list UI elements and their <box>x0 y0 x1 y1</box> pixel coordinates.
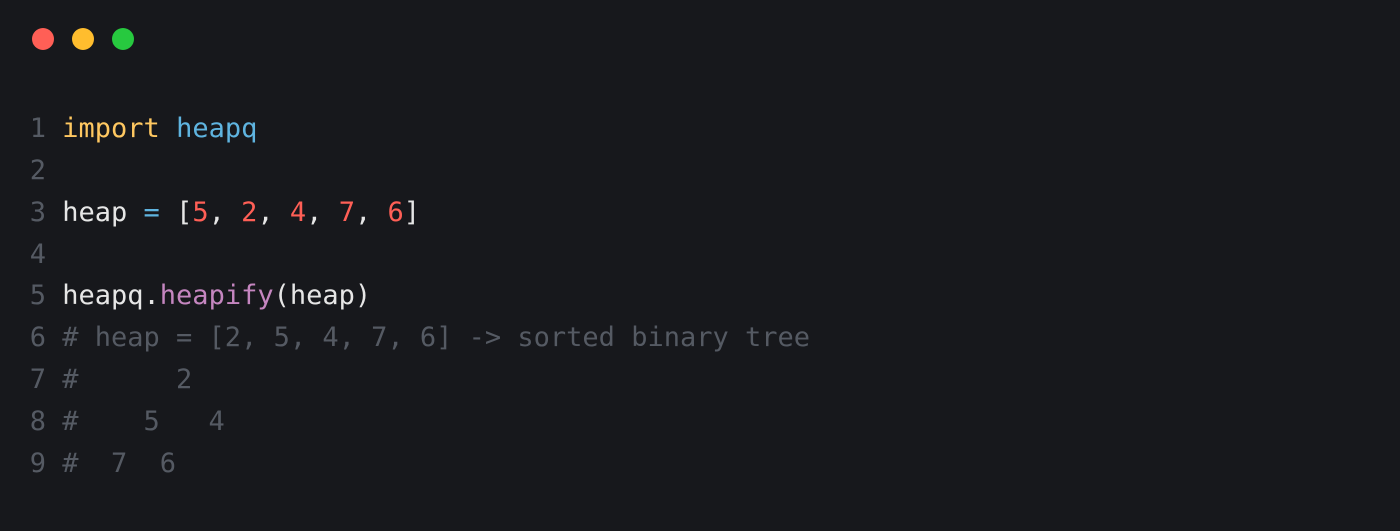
code-content: heap = [5, 2, 4, 7, 6] <box>62 192 420 234</box>
space <box>127 197 143 228</box>
dot: . <box>144 280 160 311</box>
window-traffic-lights <box>32 28 134 50</box>
bracket: [ <box>176 197 192 228</box>
module: heapq <box>176 113 257 144</box>
code-line: 5 heapq.heapify(heap) <box>20 275 810 317</box>
identifier: heapq <box>62 280 143 311</box>
comment: # 5 4 <box>62 401 225 443</box>
code-line: 1 import heapq <box>20 108 810 150</box>
bracket: ] <box>404 197 420 228</box>
comment: # 2 <box>62 359 192 401</box>
line-number: 1 <box>20 108 46 150</box>
line-number: 8 <box>20 401 46 443</box>
operator: = <box>144 197 160 228</box>
comma: , <box>306 197 339 228</box>
number: 7 <box>339 197 355 228</box>
function: heapify <box>160 280 274 311</box>
code-content: import heapq <box>62 108 257 150</box>
identifier: heap <box>290 280 355 311</box>
number: 2 <box>241 197 257 228</box>
line-number: 3 <box>20 192 46 234</box>
close-icon[interactable] <box>32 28 54 50</box>
code-editor[interactable]: 1 import heapq 2 3 heap = [5, 2, 4, 7, 6… <box>20 108 810 485</box>
comma: , <box>209 197 242 228</box>
comma: , <box>257 197 290 228</box>
line-number: 4 <box>20 234 46 276</box>
code-line: 8 # 5 4 <box>20 401 810 443</box>
space <box>160 113 176 144</box>
line-number: 5 <box>20 275 46 317</box>
line-number: 2 <box>20 150 46 192</box>
keyword: import <box>62 113 160 144</box>
number: 6 <box>387 197 403 228</box>
number: 4 <box>290 197 306 228</box>
line-number: 6 <box>20 317 46 359</box>
code-line: 4 <box>20 234 810 276</box>
space <box>160 197 176 228</box>
minimize-icon[interactable] <box>72 28 94 50</box>
comment: # 7 6 <box>62 443 176 485</box>
comma: , <box>355 197 388 228</box>
paren: ) <box>355 280 371 311</box>
code-line: 9 # 7 6 <box>20 443 810 485</box>
code-editor-window: 1 import heapq 2 3 heap = [5, 2, 4, 7, 6… <box>0 0 1400 531</box>
code-line: 3 heap = [5, 2, 4, 7, 6] <box>20 192 810 234</box>
line-number: 7 <box>20 359 46 401</box>
paren: ( <box>274 280 290 311</box>
zoom-icon[interactable] <box>112 28 134 50</box>
code-content: heapq.heapify(heap) <box>62 275 371 317</box>
code-line: 6 # heap = [2, 5, 4, 7, 6] -> sorted bin… <box>20 317 810 359</box>
identifier: heap <box>62 197 127 228</box>
code-line: 7 # 2 <box>20 359 810 401</box>
line-number: 9 <box>20 443 46 485</box>
number: 5 <box>192 197 208 228</box>
comment: # heap = [2, 5, 4, 7, 6] -> sorted binar… <box>62 317 810 359</box>
code-line: 2 <box>20 150 810 192</box>
